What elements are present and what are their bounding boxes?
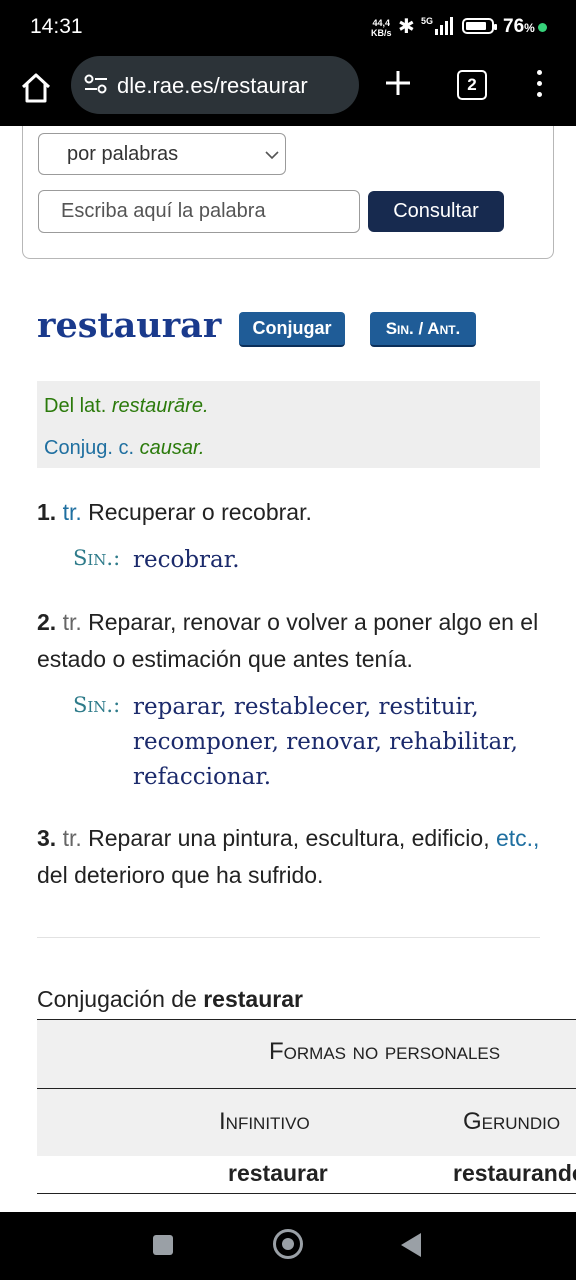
new-tab-icon[interactable] — [383, 68, 413, 98]
conjugation-note: Conjug. c. causar. — [44, 437, 205, 459]
sense-1: 1. tr. Recuperar o recobrar. — [37, 499, 312, 525]
synonyms-list[interactable]: recobrar. — [133, 543, 240, 578]
status-bar: 14:31 44,4 KB/s ✱ 5G 76% — [0, 0, 576, 56]
signal-icon: 5G — [421, 15, 457, 42]
divider — [37, 937, 540, 938]
home-button-icon[interactable] — [273, 1229, 303, 1259]
abbr-transitive[interactable]: tr. — [63, 609, 82, 635]
back-icon[interactable] — [401, 1233, 421, 1257]
battery-percent: 76% — [503, 16, 535, 37]
consultar-button[interactable]: Consultar — [368, 191, 504, 232]
conjugation-table: Formas no personales Infinitivo Gerundio… — [0, 1000, 576, 1212]
col-infinitivo: Infinitivo — [219, 1108, 310, 1135]
etymology-box: Del lat. restaurāre. Conjug. c. causar. — [37, 381, 540, 468]
network-speed: 44,4 KB/s — [371, 18, 392, 38]
sense-2: 2. tr. Reparar, renovar o volver a poner… — [37, 609, 539, 672]
address-bar[interactable]: dle.rae.es/restaurar — [71, 56, 359, 114]
site-settings-icon[interactable] — [83, 72, 109, 101]
url-text[interactable]: dle.rae.es/restaurar — [117, 73, 308, 99]
conjugar-button[interactable]: Conjugar — [239, 312, 345, 347]
infinitivo-value: restaurar — [228, 1160, 328, 1186]
search-mode-value: por palabras — [67, 143, 179, 165]
bluetooth-icon: ✱ — [398, 16, 415, 38]
gerundio-value: restaurando — [453, 1160, 576, 1186]
abbr-transitive[interactable]: tr. — [63, 499, 82, 525]
synonyms-list[interactable]: reparar, restablecer, restituir, recompo… — [133, 690, 518, 795]
browser-toolbar: dle.rae.es/restaurar 2 — [0, 56, 576, 126]
search-input[interactable]: Escriba aquí la palabra — [38, 190, 360, 233]
col-gerundio: Gerundio — [463, 1108, 561, 1135]
search-mode-select[interactable]: por palabras — [38, 133, 286, 175]
etymology: Del lat. restaurāre. — [44, 395, 209, 417]
clock: 14:31 — [30, 15, 83, 38]
abbr-transitive[interactable]: tr. — [63, 825, 82, 851]
causar-link[interactable]: causar. — [140, 437, 205, 459]
system-nav-bar — [0, 1212, 576, 1280]
synonyms-label: Sin.: — [73, 546, 121, 570]
tab-switcher-button[interactable]: 2 — [457, 70, 487, 100]
chevron-down-icon — [265, 147, 279, 165]
etc-link[interactable]: etc., — [496, 825, 539, 851]
sense-3: 3. tr. Reparar una pintura, escultura, e… — [37, 825, 540, 888]
entry-headword: restaurar — [37, 305, 222, 346]
table-header: Formas no personales — [37, 1020, 576, 1088]
header-formas-no-personales: Formas no personales — [269, 1038, 501, 1065]
overflow-menu-icon[interactable] — [532, 70, 546, 100]
recent-apps-icon[interactable] — [153, 1235, 173, 1255]
synonyms-antonyms-button[interactable]: Sin. / Ant. — [370, 312, 476, 347]
synonyms-label: Sin.: — [73, 693, 121, 717]
table-subheader: Infinitivo Gerundio — [37, 1089, 576, 1156]
home-icon[interactable] — [18, 70, 54, 106]
battery-icon — [462, 18, 497, 34]
svg-text:5G: 5G — [421, 16, 433, 26]
privacy-indicator-dot — [538, 23, 547, 32]
